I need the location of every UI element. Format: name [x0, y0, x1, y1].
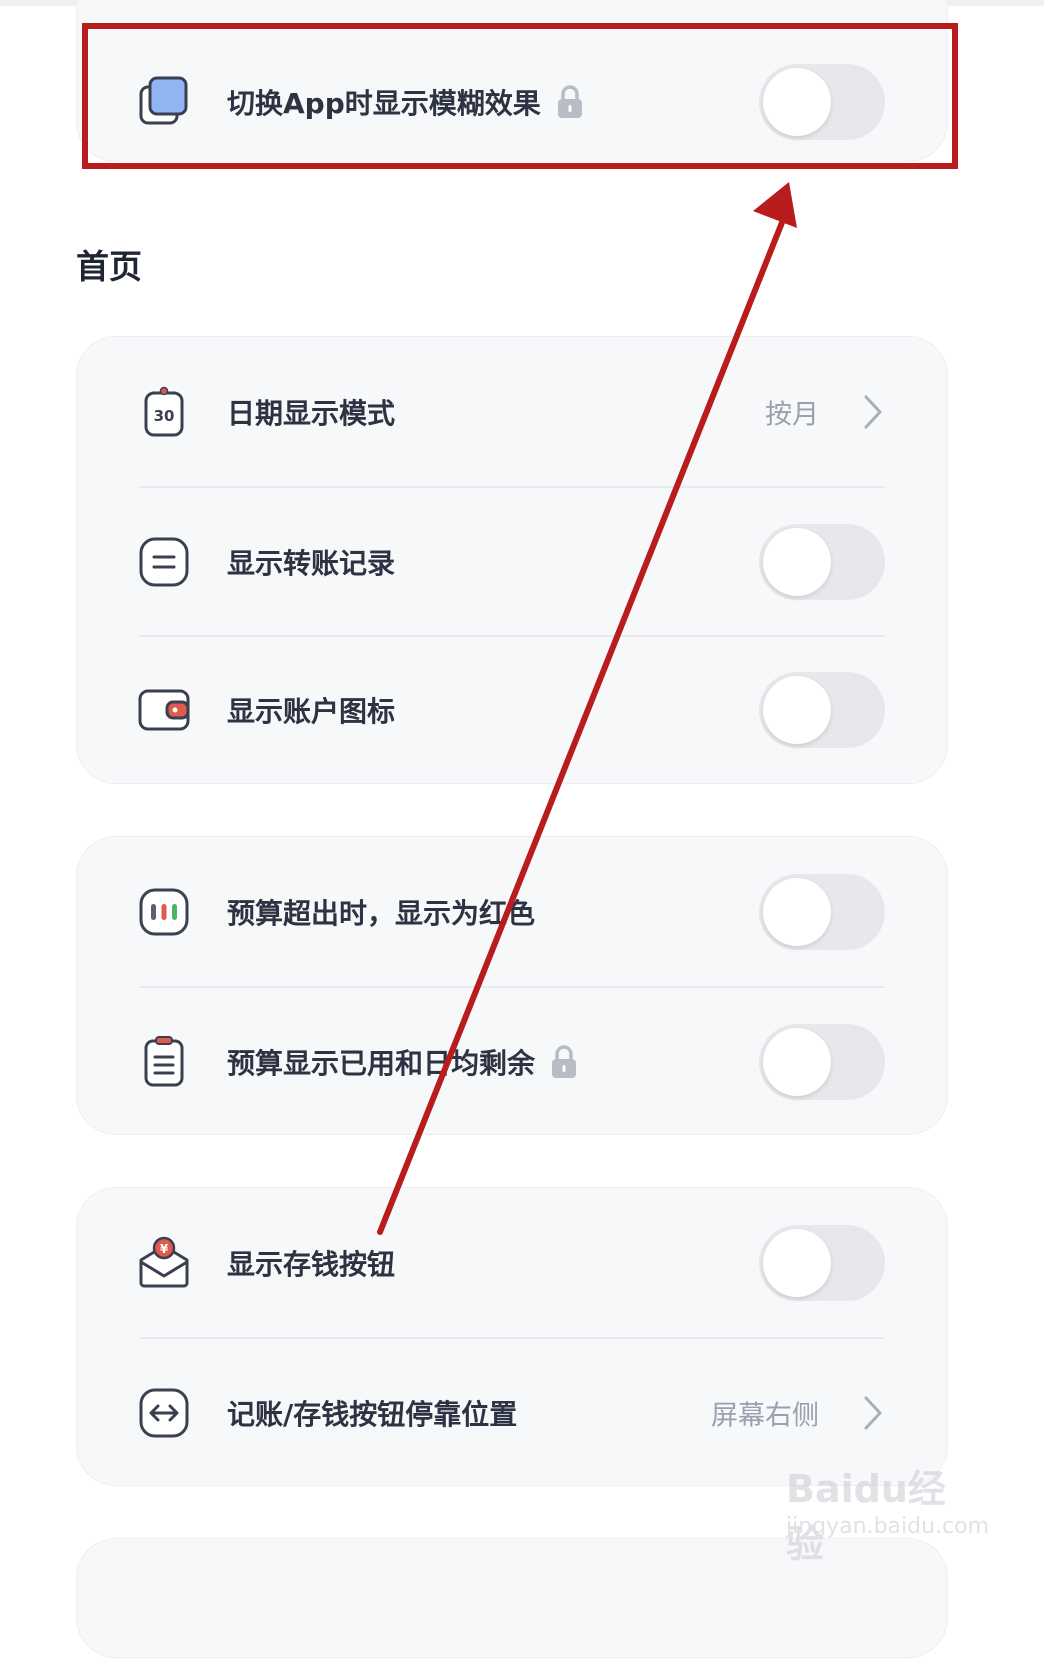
svg-text:¥: ¥	[160, 1242, 169, 1256]
watermark-sub-text: jingyan.baidu.com	[786, 1514, 990, 1539]
settings-card-group3: ¥ 显示存钱按钮 记账/存钱按钮停靠位置 屏幕右侧	[76, 1187, 948, 1486]
wallet-icon	[137, 683, 191, 737]
setting-row-budget-red[interactable]: 预算超出时，显示为红色	[77, 837, 947, 987]
left-right-arrow-icon	[137, 1386, 191, 1440]
setting-label: 预算显示已用和日均剩余	[227, 1042, 579, 1082]
setting-value: 屏幕右侧	[711, 1400, 819, 1432]
transfer-icon	[137, 535, 191, 589]
budget-bars-icon	[137, 885, 191, 939]
watermark-main-text: Baidu经验	[786, 1467, 946, 1566]
chevron-right-icon	[863, 394, 883, 430]
setting-row-account-icons[interactable]: 显示账户图标	[77, 635, 947, 785]
setting-label: 日期显示模式	[227, 397, 396, 430]
toggle-knob	[763, 1229, 831, 1297]
section-title-home: 首页	[76, 247, 142, 286]
svg-text:30: 30	[154, 407, 175, 425]
lock-icon	[549, 1044, 579, 1080]
calendar-30-icon: 30	[137, 385, 191, 439]
setting-label: 显示账户图标	[227, 695, 396, 728]
setting-label: 显示转账记录	[227, 547, 396, 580]
setting-label: 记账/存钱按钮停靠位置	[227, 1398, 518, 1431]
setting-row-budget-daily[interactable]: 预算显示已用和日均剩余	[77, 987, 947, 1137]
setting-row-savings-button[interactable]: ¥ 显示存钱按钮	[77, 1188, 947, 1338]
setting-row-show-transfers[interactable]: 显示转账记录	[77, 487, 947, 637]
toggle-switch[interactable]	[759, 1024, 885, 1100]
chevron-right-icon	[863, 1395, 883, 1431]
toggle-switch[interactable]	[759, 672, 885, 748]
clipboard-icon	[137, 1035, 191, 1089]
setting-value: 按月	[765, 399, 819, 431]
toggle-knob	[763, 528, 831, 596]
settings-card-group2: 预算超出时，显示为红色 预算显示已用和日均剩余	[76, 836, 948, 1135]
toggle-switch[interactable]	[759, 524, 885, 600]
setting-label: 预算超出时，显示为红色	[227, 897, 536, 930]
baidu-watermark: Baidu经验 jingyan.baidu.com	[786, 1458, 989, 1566]
toggle-switch[interactable]	[759, 874, 885, 950]
annotation-highlight-box	[82, 23, 958, 169]
setting-label: 显示存钱按钮	[227, 1248, 396, 1281]
toggle-knob	[763, 676, 831, 744]
setting-row-date-mode[interactable]: 30 日期显示模式 按月	[77, 337, 947, 487]
savings-envelope-icon: ¥	[137, 1236, 191, 1290]
toggle-knob	[763, 1028, 831, 1096]
toggle-switch[interactable]	[759, 1225, 885, 1301]
settings-card-group1: 30 日期显示模式 按月 显示转账记录 显示账户图标	[76, 336, 948, 784]
toggle-knob	[763, 878, 831, 946]
